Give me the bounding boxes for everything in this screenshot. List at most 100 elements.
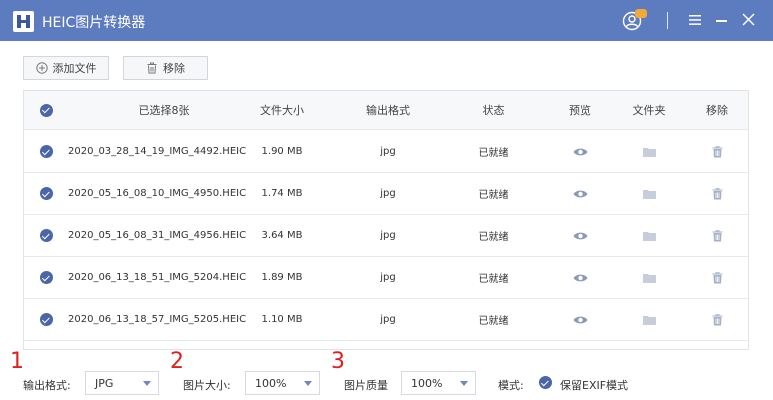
output-format-label: 输出格式: [23,379,71,392]
vip-badge-icon [635,9,647,18]
folder-icon [642,231,656,241]
open-folder-button[interactable] [627,299,671,340]
row-checkbox[interactable] [38,257,54,298]
preview-button[interactable] [558,299,602,340]
file-name: 2020_06_13_18_57_IMG_5205.HEIC [68,314,247,325]
file-size: 1.90 MB [261,146,303,157]
table-row: 2020_05_16_08_10_IMG_4950.HEIC 1.74 MB j… [24,173,748,215]
row-checkbox[interactable] [38,173,54,214]
file-name: 2020_05_16_08_31_IMG_4956.HEIC [68,230,247,241]
preview-button[interactable] [558,257,602,298]
check-circle-icon [39,103,53,117]
open-folder-button[interactable] [627,173,671,214]
trash-icon [147,62,157,74]
trash-icon [712,229,722,241]
folder-icon [642,273,656,283]
folder-icon [642,315,656,325]
app-title: HEIC图片转换器 [42,15,146,31]
row-remove-button[interactable] [695,257,739,298]
titlebar-divider [667,12,668,29]
table-row: 2020_06_13_18_51_IMG_5204.HEIC 1.89 MB j… [24,257,748,299]
output-format: jpg [380,314,396,325]
header-format: 输出格式 [366,104,410,117]
file-status: 已就绪 [478,274,509,285]
header-status: 状态 [482,104,505,117]
image-quality-select[interactable]: 100% [401,371,476,395]
file-name: 2020_05_16_08_10_IMG_4950.HEIC [68,188,247,199]
image-quality-label: 图片质量 [344,379,388,392]
header-remove: 移除 [706,104,728,117]
table-row: 2020_05_16_08_31_IMG_4956.HEIC 3.64 MB j… [24,215,748,257]
preview-button[interactable] [558,215,602,256]
remove-button[interactable]: 移除 [123,56,208,80]
remove-label: 移除 [163,62,185,75]
row-checkbox[interactable] [38,299,54,340]
file-table: 已选择8张 文件大小 输出格式 状态 预览 文件夹 移除 2020_03_28_… [23,90,749,350]
row-remove-button[interactable] [695,131,739,172]
folder-icon [642,147,656,157]
app-logo-icon [13,11,34,32]
image-size-select[interactable]: 100% [245,371,320,395]
header-size: 文件大小 [260,104,304,117]
file-name: 2020_06_13_18_51_IMG_5204.HEIC [68,272,247,283]
annotation-marker-3: 3 [331,349,345,374]
output-format: jpg [380,146,396,157]
table-body: 2020_03_28_14_19_IMG_4492.HEIC 1.90 MB j… [24,131,748,341]
open-folder-button[interactable] [627,131,671,172]
preview-button[interactable] [558,173,602,214]
file-size: 3.64 MB [261,230,303,241]
row-remove-button[interactable] [695,215,739,256]
exif-checkbox[interactable] [539,376,552,389]
header-preview: 预览 [569,104,591,117]
output-format-select[interactable]: JPG [85,371,159,395]
file-size: 1.10 MB [261,314,303,325]
open-folder-button[interactable] [627,215,671,256]
trash-icon [712,313,722,325]
open-folder-button[interactable] [627,257,671,298]
close-icon[interactable] [742,13,755,26]
check-circle-icon [39,313,53,326]
check-circle-icon [39,271,53,284]
annotation-marker-2: 2 [170,349,184,374]
minimize-icon[interactable] [716,20,727,22]
output-format: jpg [380,188,396,199]
trash-icon [712,271,722,283]
file-name: 2020_03_28_14_19_IMG_4492.HEIC [68,146,247,157]
table-row: 2020_06_13_18_57_IMG_5205.HEIC 1.10 MB j… [24,299,748,341]
eye-icon [573,148,587,155]
output-format: jpg [380,230,396,241]
eye-icon [573,232,587,239]
row-remove-button[interactable] [695,173,739,214]
plus-circle-icon [35,62,48,74]
row-remove-button[interactable] [695,299,739,340]
check-circle-icon [39,187,53,200]
row-checkbox[interactable] [38,131,54,172]
folder-icon [642,189,656,199]
image-size-value: 100% [255,376,287,390]
check-circle-icon [39,145,53,158]
dropdown-arrow-icon [143,381,151,386]
table-row: 2020_03_28_14_19_IMG_4492.HEIC 1.90 MB j… [24,131,748,173]
trash-icon [712,187,722,199]
file-size: 1.74 MB [261,188,303,199]
check-circle-icon [539,376,552,389]
preview-button[interactable] [558,131,602,172]
output-format-value: JPG [95,376,114,390]
trash-icon [712,145,722,157]
menu-icon[interactable] [689,14,701,26]
add-file-button[interactable]: 添加文件 [23,56,109,80]
image-size-label: 图片大小: [183,379,231,392]
file-status: 已就绪 [478,232,509,243]
eye-icon [573,190,587,197]
file-status: 已就绪 [478,316,509,327]
image-quality-value: 100% [411,376,443,390]
dropdown-arrow-icon [460,381,468,386]
dropdown-arrow-icon [304,381,312,386]
annotation-marker-1: 1 [10,349,24,374]
check-circle-icon [39,229,53,242]
select-all-checkbox[interactable] [38,91,54,129]
header-selected: 已选择8张 [138,104,190,117]
add-file-label: 添加文件 [52,62,97,75]
output-format: jpg [380,272,396,283]
row-checkbox[interactable] [38,215,54,256]
